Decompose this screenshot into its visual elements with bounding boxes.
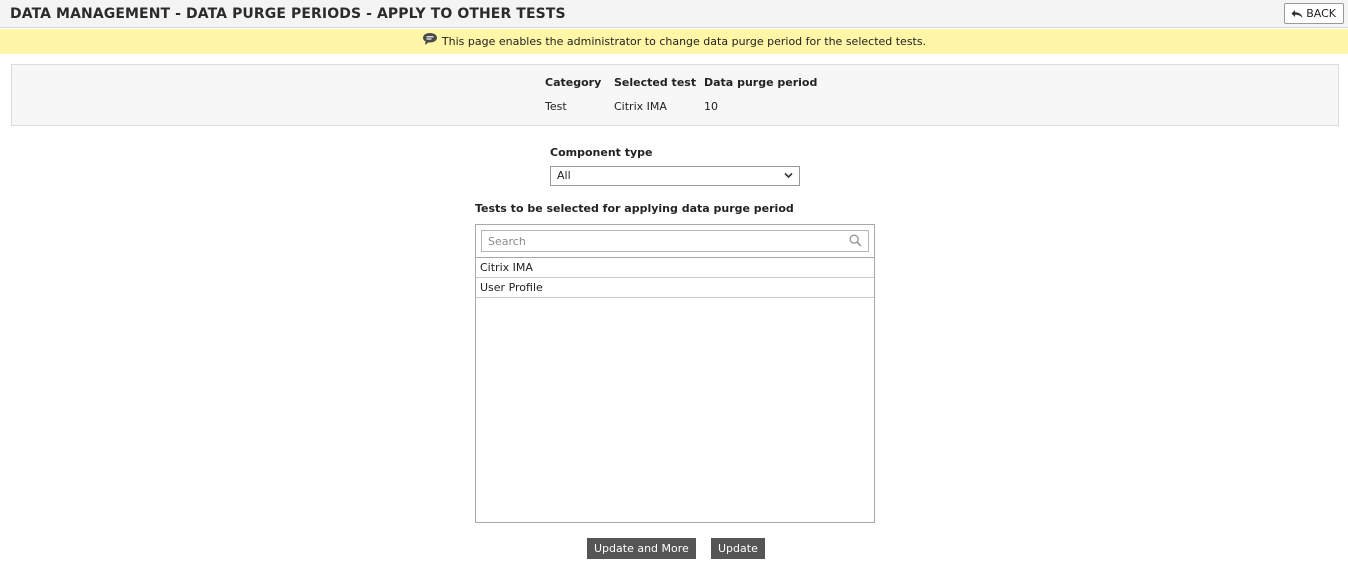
tests-list: Citrix IMA User Profile [476, 257, 874, 298]
update-and-more-button[interactable]: Update and More [587, 538, 696, 559]
page-title: DATA MANAGEMENT - DATA PURGE PERIODS - A… [10, 6, 566, 22]
summary-header-data-purge-period: Data purge period [704, 76, 818, 89]
list-item[interactable]: User Profile [476, 278, 874, 298]
component-type-select[interactable]: All [550, 166, 800, 186]
list-item[interactable]: Citrix IMA [476, 258, 874, 278]
info-bar: This page enables the administrator to c… [0, 29, 1348, 54]
speech-bubble-icon [422, 32, 437, 45]
component-type-label: Component type [550, 146, 653, 159]
update-button[interactable]: Update [711, 538, 765, 559]
title-bar: DATA MANAGEMENT - DATA PURGE PERIODS - A… [0, 0, 1348, 28]
component-type-selected-value: All [557, 169, 571, 182]
info-message: This page enables the administrator to c… [441, 35, 927, 48]
search-input[interactable] [488, 232, 838, 250]
tests-list-label: Tests to be selected for applying data p… [475, 202, 794, 215]
summary-header-category: Category [545, 76, 602, 89]
summary-header-selected-test: Selected test [614, 76, 697, 89]
summary-value-selected-test: Citrix IMA [614, 100, 667, 113]
summary-value-data-purge-period: 10 [704, 100, 718, 113]
back-button[interactable]: BACK [1284, 3, 1344, 24]
summary-value-category: Test [545, 100, 567, 113]
page: DATA MANAGEMENT - DATA PURGE PERIODS - A… [0, 0, 1348, 566]
back-button-label: BACK [1306, 7, 1336, 20]
chevron-down-icon [784, 172, 793, 179]
search-icon[interactable] [849, 234, 862, 247]
back-arrow-icon [1291, 9, 1303, 18]
search-box [481, 230, 869, 252]
tests-list-box: Citrix IMA User Profile [475, 224, 875, 523]
selected-test-summary: Category Selected test Data purge period… [11, 64, 1339, 126]
